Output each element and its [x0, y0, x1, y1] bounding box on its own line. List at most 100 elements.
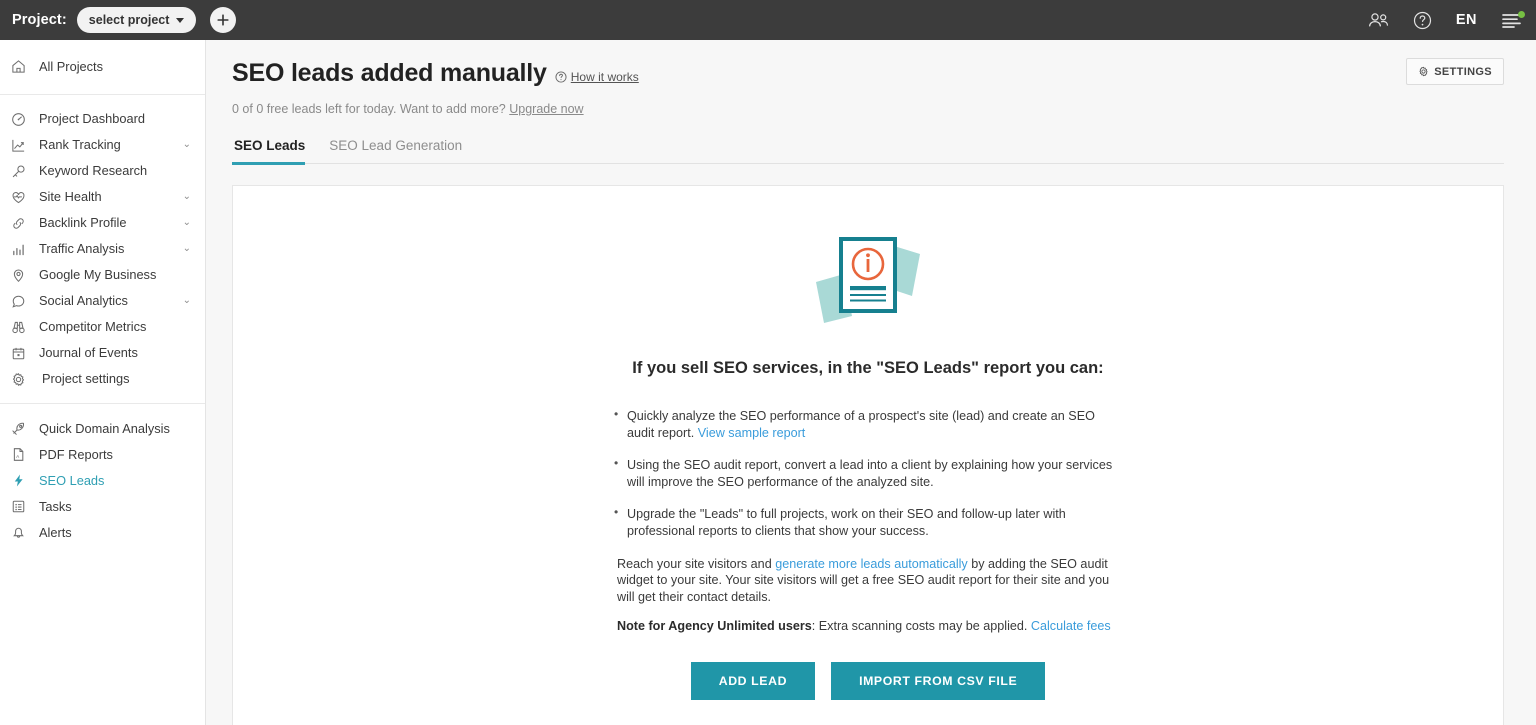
chevron-down-icon[interactable]: ⌄ — [183, 192, 191, 202]
tab-seo-leads[interactable]: SEO Leads — [232, 138, 317, 165]
tab-seo-lead-generation[interactable]: SEO Lead Generation — [317, 138, 474, 164]
sidebar-label: Competitor Metrics — [39, 319, 147, 334]
link-icon — [11, 216, 31, 231]
svg-text:A: A — [16, 453, 20, 458]
language-selector[interactable]: EN — [1456, 12, 1477, 28]
chevron-down-icon[interactable]: ⌄ — [183, 296, 191, 306]
info-document-icon — [816, 237, 920, 323]
project-select-dropdown[interactable]: select project — [76, 7, 197, 33]
sidebar-item-social-analytics[interactable]: Social Analytics ⌄ — [0, 288, 205, 314]
sidebar-item-all-projects[interactable]: All Projects — [0, 49, 205, 83]
sidebar-label: Alerts — [39, 524, 72, 540]
chevron-down-icon[interactable]: ⌄ — [183, 244, 191, 254]
main-content: SEO leads added manually How it works SE… — [206, 40, 1536, 725]
top-bar-actions: EN — [1368, 11, 1525, 30]
sidebar-label: Project settings — [42, 371, 130, 386]
sidebar-label: Project Dashboard — [39, 111, 145, 126]
page-header: SEO leads added manually How it works SE… — [232, 58, 1504, 87]
calculate-fees-link[interactable]: Calculate fees — [1031, 619, 1111, 633]
sidebar-label: Rank Tracking — [39, 137, 121, 152]
sidebar-item-alerts[interactable]: Alerts — [0, 519, 205, 545]
help-circle-icon[interactable] — [1413, 11, 1432, 30]
sidebar-item-backlink-profile[interactable]: Backlink Profile ⌄ — [0, 210, 205, 236]
chevron-down-icon[interactable]: ⌄ — [183, 218, 191, 228]
paragraph-pre: Reach your site visitors and — [617, 556, 776, 571]
chevron-down-icon[interactable]: ⌄ — [183, 140, 191, 150]
plus-icon — [217, 14, 229, 26]
sidebar-label: Google My Business — [39, 267, 157, 282]
list-item: Using the SEO audit report, convert a le… — [614, 456, 1119, 490]
promo-bullet-list: Quickly analyze the SEO performance of a… — [614, 407, 1119, 540]
sidebar-group-tools: Quick Domain Analysis A PDF Reports SEO … — [0, 412, 205, 548]
sidebar: All Projects Project Dashboard Rank Trac… — [0, 40, 206, 725]
sidebar-label: Keyword Research — [39, 163, 148, 178]
notification-dot — [1518, 11, 1525, 18]
sidebar-item-project-settings[interactable]: Project settings — [0, 366, 205, 392]
sidebar-item-project-dashboard[interactable]: Project Dashboard — [0, 106, 205, 132]
add-project-button[interactable] — [210, 7, 237, 33]
key-icon — [11, 164, 31, 179]
sidebar-item-pdf-reports[interactable]: A PDF Reports — [0, 441, 205, 467]
sidebar-group-top: All Projects — [0, 46, 205, 86]
top-bar: Project: select project EN — [0, 0, 1536, 40]
project-select-label: select project — [88, 13, 170, 27]
hamburger-menu-button[interactable] — [1501, 11, 1525, 28]
checklist-icon — [11, 499, 31, 514]
sidebar-label: Journal of Events — [39, 345, 138, 360]
line-chart-icon — [11, 138, 31, 153]
document-illustration — [233, 226, 1503, 331]
sidebar-item-journal-of-events[interactable]: Journal of Events — [0, 340, 205, 366]
widget-paragraph: Reach your site visitors and generate mo… — [617, 556, 1119, 606]
chevron-down-icon — [176, 18, 185, 23]
users-icon[interactable] — [1368, 12, 1389, 28]
import-from-csv-button[interactable]: IMPORT FROM CSV FILE — [831, 662, 1046, 701]
promo-body: Quickly analyze the SEO performance of a… — [614, 407, 1119, 635]
add-lead-button[interactable]: ADD LEAD — [690, 662, 816, 701]
settings-label: SETTINGS — [1434, 65, 1492, 78]
map-pin-icon — [11, 268, 31, 283]
rocket-icon — [11, 421, 31, 436]
free-leads-text: 0 of 0 free leads left for today. Want t… — [232, 102, 510, 116]
home-icon — [11, 59, 31, 74]
cta-button-row: ADD LEAD IMPORT FROM CSV FILE — [233, 662, 1503, 701]
tab-label: SEO Leads — [234, 138, 306, 153]
project-label: Project: — [12, 12, 67, 28]
sidebar-item-keyword-research[interactable]: Keyword Research — [0, 158, 205, 184]
generate-leads-link[interactable]: generate more leads automatically — [775, 557, 968, 571]
note-text: : Extra scanning costs may be applied. — [811, 619, 1031, 634]
sidebar-item-seo-leads[interactable]: SEO Leads — [0, 467, 205, 493]
free-leads-status: 0 of 0 free leads left for today. Want t… — [232, 102, 1504, 116]
settings-button[interactable]: SETTINGS — [1406, 58, 1504, 85]
bell-icon — [11, 525, 31, 540]
sidebar-item-competitor-metrics[interactable]: Competitor Metrics — [0, 314, 205, 340]
heart-pulse-icon — [11, 190, 31, 205]
sidebar-label: Backlink Profile — [39, 215, 127, 230]
page-title: SEO leads added manually — [232, 58, 547, 87]
sidebar-item-tasks[interactable]: Tasks — [0, 493, 205, 519]
bullet-text: Using the SEO audit report, convert a le… — [627, 458, 1113, 489]
chat-bubble-icon — [11, 294, 31, 309]
gear-icon — [11, 372, 31, 387]
sidebar-item-google-my-business[interactable]: Google My Business — [0, 262, 205, 288]
binoculars-icon — [11, 320, 31, 335]
sidebar-item-rank-tracking[interactable]: Rank Tracking ⌄ — [0, 132, 205, 158]
sidebar-item-site-health[interactable]: Site Health ⌄ — [0, 184, 205, 210]
sidebar-item-quick-domain-analysis[interactable]: Quick Domain Analysis — [0, 415, 205, 441]
view-sample-report-link[interactable]: View sample report — [698, 426, 806, 440]
upgrade-now-link[interactable]: Upgrade now — [509, 102, 583, 116]
tab-label: SEO Lead Generation — [329, 138, 463, 153]
how-it-works-link[interactable]: How it works — [555, 70, 639, 84]
note-bold-label: Note for Agency Unlimited users — [617, 619, 812, 634]
lightning-bolt-icon — [11, 473, 31, 488]
sidebar-label: SEO Leads — [39, 472, 105, 488]
sidebar-label: All Projects — [39, 58, 104, 74]
sidebar-label: Traffic Analysis — [39, 241, 125, 256]
bar-chart-icon — [11, 242, 31, 257]
speedometer-icon — [11, 112, 31, 127]
tab-bar: SEO Leads SEO Lead Generation — [232, 138, 1504, 165]
calendar-icon — [11, 346, 31, 361]
sidebar-label: Quick Domain Analysis — [39, 420, 170, 436]
sidebar-item-traffic-analysis[interactable]: Traffic Analysis ⌄ — [0, 236, 205, 262]
gear-icon — [1419, 66, 1428, 77]
sidebar-label: PDF Reports — [39, 446, 113, 462]
